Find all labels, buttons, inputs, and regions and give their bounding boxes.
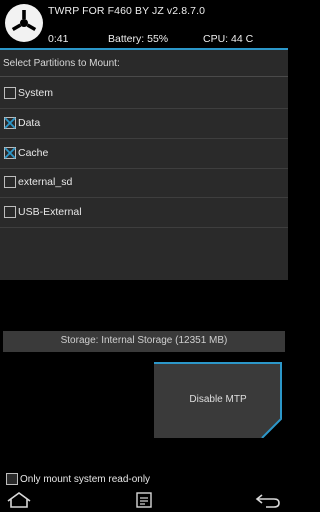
storage-select-button[interactable]: Storage: Internal Storage (12351 MB) <box>3 331 285 352</box>
checkmark-x-icon <box>4 117 16 129</box>
data-checkbox[interactable] <box>4 117 16 129</box>
back-icon[interactable] <box>254 491 282 509</box>
partition-row-cache[interactable]: Cache <box>0 139 288 169</box>
readonly-option[interactable]: Only mount system read-only <box>0 470 288 488</box>
partition-row-usb-external[interactable]: USB-External <box>0 198 288 228</box>
readonly-label: Only mount system read-only <box>20 474 151 485</box>
navigation-bar <box>0 488 288 512</box>
list-heading: Select Partitions to Mount: <box>0 50 288 77</box>
system-checkbox[interactable] <box>4 87 16 99</box>
partition-list: Select Partitions to Mount: System Data … <box>0 50 288 280</box>
storage-button-label: Storage: Internal Storage (12351 MB) <box>60 335 228 346</box>
usb-external-checkbox[interactable] <box>4 206 16 218</box>
twrp-logo-icon <box>5 4 43 42</box>
readonly-checkbox[interactable] <box>6 473 18 485</box>
cache-checkbox[interactable] <box>4 147 16 159</box>
mtp-button-label: Disable MTP <box>189 394 247 405</box>
external-sd-checkbox[interactable] <box>4 176 16 188</box>
partition-label: Data <box>18 117 41 129</box>
list-heading-label: Select Partitions to Mount: <box>3 58 120 69</box>
partition-label: Cache <box>18 147 49 159</box>
console-icon[interactable] <box>135 491 153 509</box>
partition-label: external_sd <box>18 176 73 188</box>
header: TWRP FOR F460 BY JZ v2.8.7.0 0:41 Batter… <box>0 0 288 48</box>
disable-mtp-button[interactable]: Disable MTP <box>154 362 282 438</box>
home-icon[interactable] <box>6 491 32 509</box>
partition-row-external-sd[interactable]: external_sd <box>0 168 288 198</box>
battery-readout: Battery: 55% <box>108 33 169 45</box>
partition-row-system[interactable]: System <box>0 79 288 109</box>
checkmark-x-icon <box>4 147 16 159</box>
time-readout: 0:41 <box>48 33 69 45</box>
partition-label: USB-External <box>18 206 82 218</box>
partition-row-data[interactable]: Data <box>0 109 288 139</box>
partition-label: System <box>18 87 54 99</box>
app-title: TWRP FOR F460 BY JZ v2.8.7.0 <box>48 5 206 17</box>
cpu-readout: CPU: 44 C <box>203 33 254 45</box>
